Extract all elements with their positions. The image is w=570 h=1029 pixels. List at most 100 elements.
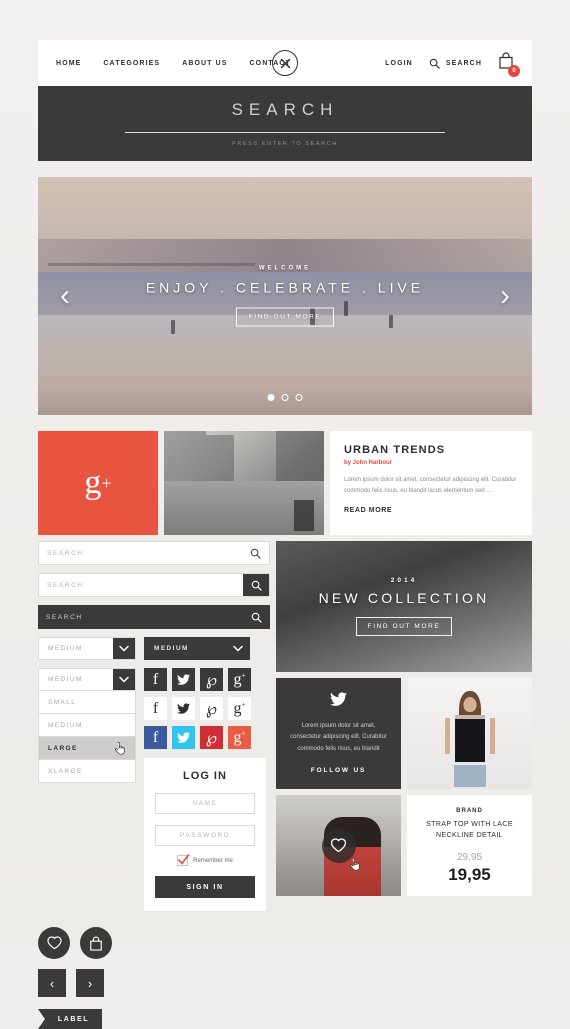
street-photo-thumbnail[interactable] [164,431,324,535]
search-input-underline[interactable] [125,132,445,133]
article-excerpt: Lorem ipsum dolor sit amet, consectetur … [344,477,517,495]
model-arm-left [444,717,450,754]
social-buttons-group: f ℘ g+ f ℘ g+ f ℘ g+ LOG IN NAME PASSWOR… [144,668,266,911]
hero-find-out-more-button[interactable]: FIND OUT MORE [235,307,335,327]
social-facebook-light[interactable]: f [144,697,167,720]
social-googleplus-light[interactable]: g+ [228,697,251,720]
search-field-split-placeholder: SEARCH [47,581,84,589]
product-photo-card[interactable] [407,678,532,789]
dropdown-option-large[interactable]: LARGE [38,737,136,760]
googleplus-tile[interactable]: g + [38,431,158,535]
nav-search-button[interactable]: SEARCH [429,58,482,69]
hero-prev-arrow[interactable]: ‹ [60,281,70,311]
googleplus-icon: g+ [233,728,246,746]
search-icon [251,580,262,591]
sign-in-button[interactable]: SIGN IN [155,876,255,898]
article-title: URBAN TRENDS [344,444,446,456]
hero-next-arrow[interactable]: › [500,281,510,311]
twitter-follow-us-link[interactable]: FOLLOW US [287,767,390,774]
article-read-more-link[interactable]: READ MORE [344,507,518,514]
heart-icon [330,838,347,853]
hero-dot-2[interactable] [281,394,289,401]
remember-me-row[interactable]: Remember me [155,854,255,866]
lower-cards-grid: Lorem ipsum dolor sit amet, consectetur … [276,678,532,896]
hero-dot-1[interactable] [267,394,275,401]
close-x-icon[interactable] [272,50,298,76]
login-link[interactable]: LOGIN [385,60,413,67]
search-field-dark[interactable]: SEARCH [38,605,270,629]
search-field-with-button[interactable]: SEARCH [38,573,270,597]
googleplus-icon: g [84,464,102,501]
collection-title: NEW COLLECTION [318,590,490,606]
nav-link-about-us[interactable]: ABOUT US [182,60,227,67]
login-name-input[interactable]: NAME [155,793,255,814]
search-icon [429,58,440,69]
cart-circle-button[interactable] [80,927,112,959]
product-new-price: 19,95 [448,865,491,884]
collection-find-out-more-button[interactable]: FIND OUT MORE [355,617,453,636]
search-submit-button[interactable] [243,574,269,596]
nav-search-label: SEARCH [445,59,482,67]
facebook-icon: f [152,699,159,717]
product-old-price: 29,95 [456,852,483,863]
social-twitter-light[interactable] [172,697,195,720]
cart-count-badge: 0 [508,65,520,77]
street-photo-card[interactable] [276,795,401,896]
nav-link-categories[interactable]: CATEGORIES [103,60,160,67]
hero-welcome-label: WELCOME [258,265,312,272]
social-twitter-color[interactable] [172,726,195,749]
social-pinterest-light[interactable]: ℘ [200,697,223,720]
twitter-feed-text: Lorem ipsum dolor sit amet, consectetur … [290,723,387,752]
social-twitter-dark[interactable] [172,668,195,691]
twitter-icon [177,674,190,685]
social-row-color: f ℘ g+ [144,726,266,749]
googleplus-icon: g+ [233,699,246,717]
photo-bicycle [293,499,315,531]
label-tag[interactable]: LABEL [38,1009,102,1029]
dropdown-selected-value: MEDIUM [48,676,83,683]
dropdown-option-xlarge[interactable]: XLARGE [38,760,136,783]
dropdown-option-large-label: LARGE [48,744,78,752]
dropdown-option-medium[interactable]: MEDIUM [38,714,136,737]
googleplus-icon: g+ [233,670,246,688]
pinterest-icon: ℘ [205,700,218,718]
cursor-pointer-icon [349,857,360,871]
twitter-icon [177,703,190,714]
hero-slider-dots [267,394,303,401]
cart-button[interactable]: 0 [498,52,520,77]
model-jeans [453,764,486,787]
hero-title: ENJOY . CELEBRATE . LIVE [145,279,425,296]
social-googleplus-dark[interactable]: g+ [228,668,251,691]
login-password-input[interactable]: PASSWORD [155,825,255,846]
social-pinterest-dark[interactable]: ℘ [200,668,223,691]
model-arm-right [489,717,495,754]
social-row-dark: f ℘ g+ [144,668,266,691]
expanded-search-panel: SEARCH PRESS ENTER TO SEARCH [38,86,532,161]
dropdown-option-small[interactable]: SMALL [38,691,136,714]
login-title: LOG IN [183,770,227,782]
hero-dot-3[interactable] [295,394,303,401]
social-row-light: f ℘ g+ [144,697,266,720]
wishlist-circle-button[interactable] [38,927,70,959]
remember-me-checkbox[interactable] [177,854,190,866]
cursor-pointer-icon [114,742,125,755]
dropdown-open-group: MEDIUM SMALL MEDIUM LARGE XLARGE [38,660,136,783]
check-icon [178,854,190,865]
search-panel-title: SEARCH [231,100,339,119]
right-cards-column: BRAND STRAP TOP WITH LACE NECKLINE DETAI… [407,678,532,896]
select-size-light[interactable]: MEDIUM [38,637,136,660]
shopping-bag-icon [90,936,102,951]
hero-slider: WELCOME ENJOY . CELEBRATE . LIVE FIND OU… [38,177,532,415]
select-row: MEDIUM MEDIUM [38,637,270,660]
select-size-dark[interactable]: MEDIUM [144,637,250,660]
social-facebook-color[interactable]: f [144,726,167,749]
search-field-plain[interactable]: SEARCH [38,541,270,565]
pager-prev-button[interactable]: ‹ [38,969,66,997]
circle-buttons-row [38,927,160,959]
social-facebook-dark[interactable]: f [144,668,167,691]
pager-next-button[interactable]: › [76,969,104,997]
nav-link-home[interactable]: HOME [56,60,81,67]
social-pinterest-color[interactable]: ℘ [200,726,223,749]
social-googleplus-color[interactable]: g+ [228,726,251,749]
dropdown-trigger[interactable]: MEDIUM [38,668,136,691]
